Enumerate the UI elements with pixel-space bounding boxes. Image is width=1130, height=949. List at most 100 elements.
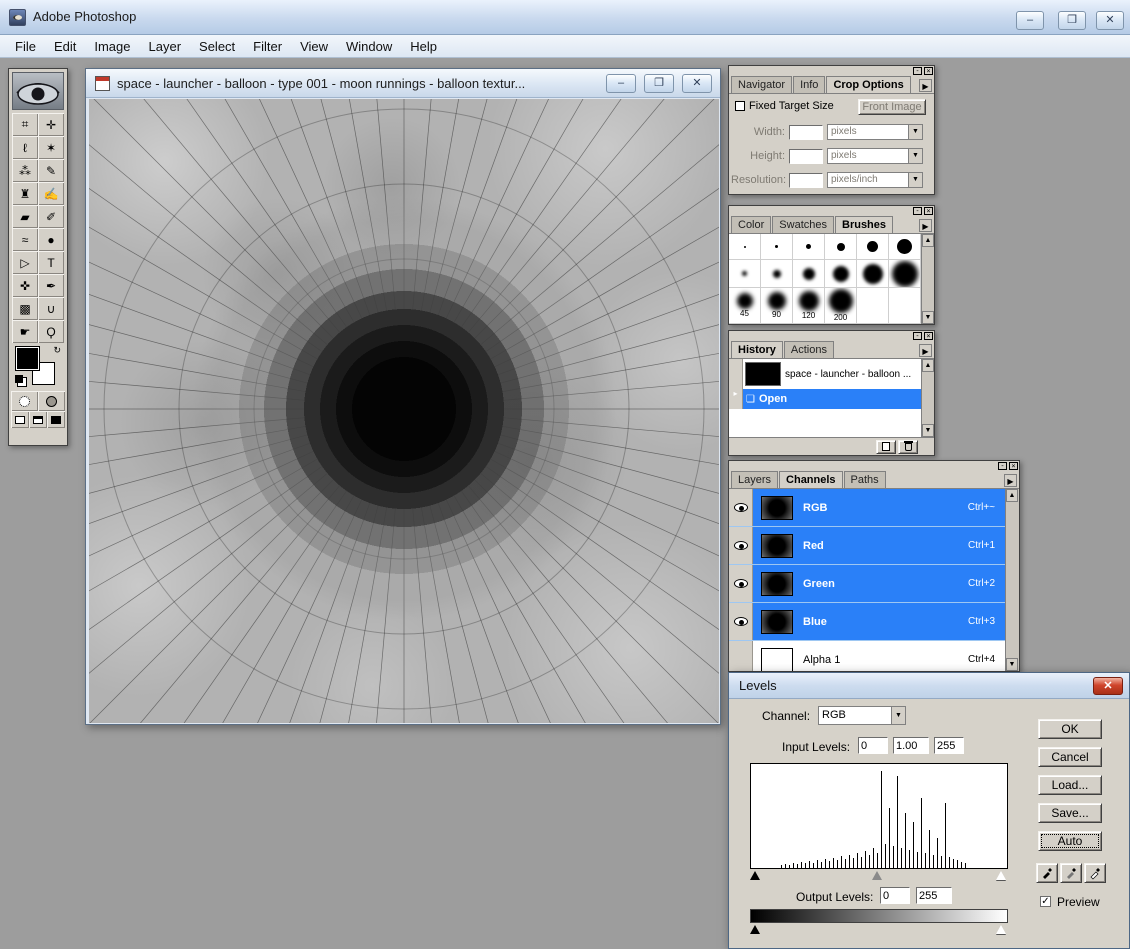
palette-menu-icon[interactable]: ▶ [1004, 474, 1017, 487]
brush-preset[interactable] [857, 288, 889, 324]
document-minimize-button[interactable]: – [606, 74, 636, 93]
chevron-down-icon[interactable]: ▼ [908, 172, 923, 188]
resolution-unit-select[interactable]: pixels/inch ▼ [827, 172, 923, 188]
chevron-down-icon[interactable]: ▼ [908, 124, 923, 140]
brush-preset[interactable]: 200 [825, 288, 857, 324]
tab-history[interactable]: History [731, 341, 783, 358]
zoom-tool[interactable]: Ϙ [38, 320, 64, 343]
front-image-button[interactable]: Front Image [858, 99, 926, 115]
menu-help[interactable]: Help [401, 36, 446, 57]
brush-preset[interactable] [857, 234, 889, 260]
palette-menu-icon[interactable]: ▶ [919, 219, 932, 232]
lasso-tool[interactable]: ℓ [12, 136, 38, 159]
default-colors-icon[interactable] [15, 375, 23, 383]
brush-preset[interactable] [825, 234, 857, 260]
output-highlight-handle[interactable] [996, 925, 1006, 934]
image-canvas[interactable] [89, 99, 719, 723]
chevron-down-icon[interactable]: ▼ [891, 706, 906, 725]
measure-tool[interactable]: ✜ [12, 274, 38, 297]
menu-window[interactable]: Window [337, 36, 401, 57]
brush-preset[interactable] [761, 260, 793, 288]
magic-wand-tool[interactable]: ✶ [38, 136, 64, 159]
menu-view[interactable]: View [291, 36, 337, 57]
palette-strip[interactable]: - × [729, 331, 934, 341]
brush-preset[interactable] [825, 260, 857, 288]
cancel-button[interactable]: Cancel [1038, 747, 1102, 767]
channel-row-alpha1[interactable]: Alpha 1 Ctrl+4 [729, 641, 1005, 671]
gradient-tool[interactable]: ▩ [12, 297, 38, 320]
history-source-cell[interactable] [729, 359, 743, 389]
tab-swatches[interactable]: Swatches [772, 216, 834, 233]
palette-strip[interactable]: - × [729, 206, 934, 216]
palette-menu-icon[interactable]: ▶ [919, 79, 932, 92]
move-tool[interactable]: ✛ [38, 113, 64, 136]
airbrush-tool[interactable]: ⁂ [12, 159, 38, 182]
brush-preset[interactable] [793, 234, 825, 260]
save-button[interactable]: Save... [1038, 803, 1102, 823]
output-highlight-field[interactable] [916, 887, 952, 904]
menu-filter[interactable]: Filter [244, 36, 291, 57]
foreground-color-swatch[interactable] [16, 347, 39, 370]
tab-brushes[interactable]: Brushes [835, 216, 893, 233]
brush-preset[interactable] [761, 234, 793, 260]
scroll-up-icon[interactable]: ▲ [1006, 489, 1018, 502]
brush-preset[interactable] [889, 288, 921, 324]
scroll-up-icon[interactable]: ▲ [922, 234, 934, 247]
document-maximize-button[interactable]: ❐ [644, 74, 674, 93]
brush-preset[interactable] [889, 260, 921, 288]
channel-select[interactable]: RGB ▼ [818, 706, 906, 725]
menu-file[interactable]: File [6, 36, 45, 57]
history-brush-tool[interactable]: ✍ [38, 182, 64, 205]
brush-preset[interactable] [857, 260, 889, 288]
menu-layer[interactable]: Layer [140, 36, 191, 57]
app-titlebar[interactable]: Adobe Photoshop – ❐ ✕ [0, 0, 1130, 35]
tab-navigator[interactable]: Navigator [731, 76, 792, 93]
pencil-tool[interactable]: ✐ [38, 205, 64, 228]
brush-preset[interactable]: 120 [793, 288, 825, 324]
tab-crop-options[interactable]: Crop Options [826, 76, 910, 93]
black-point-dropper-button[interactable] [1036, 863, 1058, 883]
tab-color[interactable]: Color [731, 216, 771, 233]
scroll-up-icon[interactable]: ▲ [922, 359, 934, 372]
palette-strip[interactable]: - × [729, 461, 1019, 471]
smudge-tool[interactable]: ≈ [12, 228, 38, 251]
visibility-toggle[interactable] [729, 603, 753, 640]
output-shadow-field[interactable] [880, 887, 910, 904]
levels-titlebar[interactable]: Levels ✕ [729, 673, 1129, 699]
brush-preset[interactable]: 90 [761, 288, 793, 324]
channels-scrollbar[interactable]: ▲ ▼ [1005, 489, 1019, 671]
fixed-target-size-checkbox[interactable] [735, 101, 745, 111]
type-tool[interactable]: T [38, 251, 64, 274]
scroll-down-icon[interactable]: ▼ [922, 311, 934, 324]
tab-layers[interactable]: Layers [731, 471, 778, 488]
maximize-button[interactable]: ❐ [1058, 11, 1086, 30]
palette-strip[interactable]: - × [729, 66, 934, 76]
channel-row-rgb[interactable]: RGB Ctrl+~ [729, 489, 1005, 527]
brush-preset[interactable] [793, 260, 825, 288]
output-shadow-handle[interactable] [750, 925, 760, 934]
width-unit-select[interactable]: pixels ▼ [827, 124, 923, 140]
new-snapshot-button[interactable] [876, 440, 896, 454]
input-shadow-field[interactable] [858, 737, 888, 754]
palette-close-icon[interactable]: × [1009, 462, 1018, 470]
document-close-button[interactable]: ✕ [682, 74, 712, 93]
document-titlebar[interactable]: space - launcher - balloon - type 001 - … [86, 69, 720, 98]
menu-image[interactable]: Image [85, 36, 139, 57]
palette-minimize-icon[interactable]: - [913, 67, 922, 75]
brush-preset[interactable] [729, 260, 761, 288]
close-button[interactable]: ✕ [1096, 11, 1124, 30]
white-point-dropper-button[interactable] [1084, 863, 1106, 883]
tab-actions[interactable]: Actions [784, 341, 834, 358]
tab-channels[interactable]: Channels [779, 471, 843, 488]
brush-preset[interactable] [729, 234, 761, 260]
paintbrush-tool[interactable]: ✎ [38, 159, 64, 182]
scroll-down-icon[interactable]: ▼ [922, 424, 934, 437]
scroll-down-icon[interactable]: ▼ [1006, 658, 1018, 671]
history-snapshot-row[interactable]: space - launcher - balloon ... [729, 359, 921, 389]
palette-minimize-icon[interactable]: - [998, 462, 1007, 470]
highlight-slider-handle[interactable] [996, 871, 1006, 880]
visibility-toggle[interactable] [729, 641, 753, 671]
brushes-scrollbar[interactable]: ▲ ▼ [921, 234, 934, 324]
eraser-tool[interactable]: ▰ [12, 205, 38, 228]
visibility-toggle[interactable] [729, 489, 753, 526]
